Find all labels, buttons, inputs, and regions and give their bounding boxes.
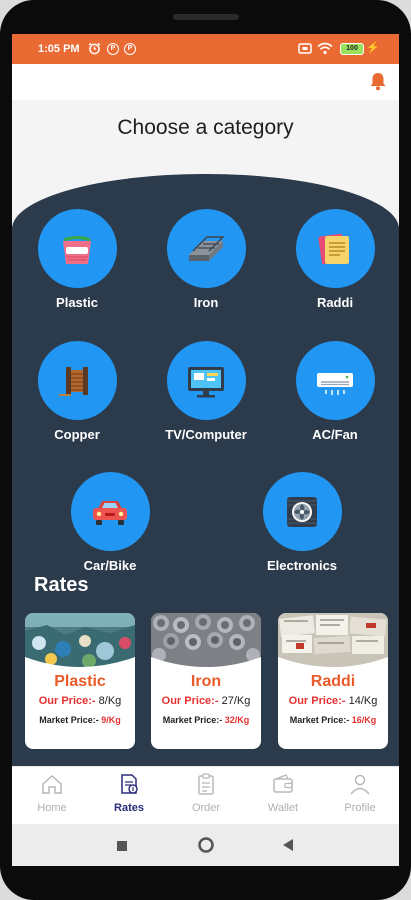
category-iron[interactable]: Iron [151, 209, 261, 310]
nav-item-wallet[interactable]: Wallet [253, 773, 313, 814]
wifi-icon [317, 42, 333, 58]
nav-label: Order [191, 802, 221, 814]
recents-button-icon[interactable] [116, 839, 128, 857]
our-price: Our Price:- 14/Kg [278, 695, 388, 707]
nav-item-home[interactable]: Home [22, 773, 82, 814]
category-tv-computer[interactable]: TV/Computer [151, 341, 261, 442]
rate-card-title: Raddi [310, 673, 356, 690]
home-button-icon[interactable] [197, 836, 215, 859]
category-ac-fan[interactable]: AC/Fan [280, 341, 390, 442]
market-price-value: 16/Kg [351, 715, 377, 725]
charging-bolt-icon: ⚡ [366, 42, 380, 54]
rate-card-title: Plastic [54, 673, 106, 690]
market-price: Market Price:- 9/Kg [25, 715, 135, 725]
plastic-scrap-image [25, 613, 135, 669]
speaker-grille [173, 14, 239, 20]
our-price-label: Our Price:- [288, 695, 346, 707]
home-icon [40, 774, 64, 799]
vibrate-icon [298, 42, 312, 58]
market-price-label: Market Price:- [162, 715, 223, 725]
status-bar: 1:05 PM P P 100 ⚡ [12, 34, 399, 64]
our-price-value: 27/Kg [221, 695, 251, 707]
market-price: Market Price:- 16/Kg [278, 715, 388, 725]
copper-spool-icon [37, 341, 117, 420]
market-price-label: Market Price:- [289, 715, 350, 725]
category-copper[interactable]: Copper [22, 341, 132, 442]
our-price-value: 14/Kg [348, 695, 378, 707]
air-conditioner-icon [295, 341, 375, 420]
alarm-icon [88, 42, 101, 58]
nav-label: Home [37, 802, 67, 814]
our-price-value: 8/Kg [98, 695, 122, 707]
category-label: Car/Bike [83, 558, 137, 573]
rate-card-raddi[interactable]: Raddi Our Price:- 14/Kg Market Price:- 1… [278, 613, 388, 749]
app-screen: 1:05 PM P P 100 ⚡ Choose a category Plas… [12, 34, 399, 866]
computer-monitor-icon [166, 341, 246, 420]
newspaper-stack-image [278, 613, 388, 669]
rate-card-title: Iron [190, 673, 222, 690]
nav-item-rates[interactable]: Rates [99, 773, 159, 814]
paper-stack-icon [295, 209, 375, 288]
cpu-fan-icon [262, 472, 342, 551]
category-label: Copper [54, 427, 100, 442]
category-label: Plastic [56, 295, 98, 310]
bottom-navigation: Home Rates Order Wallet Profile [12, 766, 399, 824]
market-price: Market Price:- 32/Kg [151, 715, 261, 725]
nav-item-order[interactable]: Order [176, 773, 236, 814]
rate-card-iron[interactable]: Iron Our Price:- 27/Kg Market Price:- 32… [151, 613, 261, 749]
iron-rods-image [151, 613, 261, 669]
nav-item-profile[interactable]: Profile [330, 773, 390, 814]
car-icon [70, 472, 150, 551]
category-label: AC/Fan [312, 427, 358, 442]
category-raddi[interactable]: Raddi [280, 209, 390, 310]
nav-label: Wallet [267, 802, 299, 814]
market-price-value: 9/Kg [101, 715, 121, 725]
system-navigation-bar [12, 824, 399, 866]
rates-section-title: Rates [34, 574, 89, 596]
notification-bell-icon[interactable] [369, 71, 387, 96]
profile-icon [348, 774, 372, 799]
nav-label: Profile [344, 802, 376, 814]
category-electronics[interactable]: Electronics [247, 472, 357, 573]
wallet-icon [271, 774, 295, 799]
our-price: Our Price:- 27/Kg [151, 695, 261, 707]
back-button-icon[interactable] [282, 838, 294, 857]
category-car-bike[interactable]: Car/Bike [55, 472, 165, 573]
battery-icon: 100 [340, 43, 364, 55]
app-notification-icon: P [107, 43, 119, 55]
category-plastic[interactable]: Plastic [22, 209, 132, 310]
our-price-label: Our Price:- [38, 695, 96, 707]
our-price-label: Our Price:- [161, 695, 219, 707]
category-label: TV/Computer [165, 427, 247, 442]
market-price-value: 32/Kg [224, 715, 250, 725]
iron-bars-icon [166, 209, 246, 288]
nav-label: Rates [114, 802, 144, 814]
rates-icon [117, 774, 141, 799]
category-label: Raddi [316, 295, 354, 310]
rate-card-plastic[interactable]: Plastic Our Price:- 8/Kg Market Price:- … [25, 613, 135, 749]
market-price-label: Market Price:- [39, 715, 99, 725]
app-top-bar [12, 64, 399, 100]
status-time: 1:05 PM [38, 43, 80, 55]
plastic-basket-icon [37, 209, 117, 288]
our-price: Our Price:- 8/Kg [25, 695, 135, 707]
category-label: Iron [193, 295, 219, 310]
category-label: Electronics [266, 558, 338, 573]
page-title: Choose a category [117, 116, 294, 139]
clipboard-icon [194, 773, 218, 799]
phone-frame: 1:05 PM P P 100 ⚡ Choose a category Plas… [0, 0, 411, 900]
app-notification-icon: P [124, 43, 136, 55]
